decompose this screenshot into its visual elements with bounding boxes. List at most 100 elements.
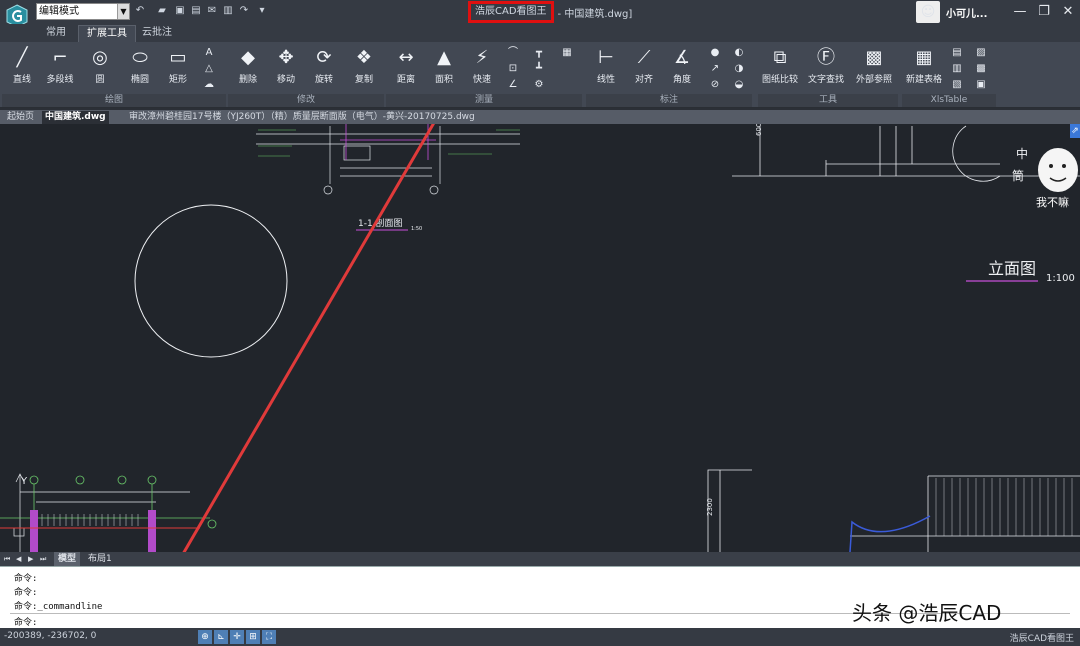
tab-layout1[interactable]: 布局1 (84, 552, 116, 566)
table-split-icon[interactable]: ▩ (974, 62, 988, 76)
table-export-icon[interactable]: ▧ (950, 78, 964, 92)
section-scale: 1:50 (411, 226, 422, 232)
scale-icon[interactable]: ┻ (532, 62, 546, 76)
rotate-button[interactable]: ⟳ 旋转 (304, 44, 344, 90)
snap-icon[interactable]: ✛ (230, 630, 244, 644)
erase-button[interactable]: ◆ 删除 (228, 44, 268, 90)
user-name[interactable]: 小可儿... (946, 5, 987, 20)
table-style-icon[interactable]: ▣ (974, 78, 988, 92)
annotation-arrow (182, 124, 435, 552)
arc-measure-icon[interactable]: ⌒ (506, 46, 520, 60)
ruler-icon[interactable]: ┳ (532, 46, 546, 60)
settings-measure-icon[interactable]: ⚙ (532, 78, 546, 92)
fullscreen-icon[interactable]: ⛶ (262, 630, 276, 644)
table-icon: ▦ (915, 47, 933, 68)
arc-length-icon[interactable]: ◐ (732, 46, 746, 60)
angle-dim-button[interactable]: ∡ 角度 (662, 44, 702, 90)
move-icon: ✥ (278, 47, 294, 68)
xref-label: 外部参照 (855, 75, 892, 85)
coordinates-readout: -200389, -236702, 0 (4, 631, 97, 641)
undo-icon[interactable]: ↶ (134, 5, 146, 17)
text-icon[interactable]: A (202, 46, 216, 60)
elevation-label: 立面图 (988, 259, 1036, 278)
ribbon: ╱ 直线 ⌐ 多段线 ◎ 圆 ⬭ 椭圆 ▭ 矩形 A △ ☁ 绘图 ◆ 删除 ✥ 移动 ⟳ 旋转… (0, 42, 1080, 108)
print-icon[interactable]: ▥ (222, 5, 234, 17)
diameter-icon[interactable]: ⊘ (708, 78, 722, 92)
circle-button[interactable]: ◎ 圆 (80, 44, 120, 90)
side-char-2: 筒 (1012, 168, 1024, 183)
section-detail (256, 126, 520, 195)
radius-icon[interactable]: ● (708, 46, 722, 60)
linear-dim-button[interactable]: ⊢ 线性 (586, 44, 626, 90)
status-bar: -200389, -236702, 0 ⊕ ⊾ ✛ ⊞ ⛶ 浩辰CAD看图王 (0, 628, 1080, 646)
export-icon[interactable]: ▤ (190, 5, 202, 17)
grid-icon[interactable]: ⊞ (246, 630, 260, 644)
drawing-canvas[interactable]: 1-1 剖面图 1:50 600 中 筒 我不嘛 立面图 1:100 Y 230… (0, 124, 1080, 552)
mode-select[interactable]: 编辑模式 ▼ (36, 3, 130, 20)
center-mark-icon[interactable]: ◒ (732, 78, 746, 92)
tab-common[interactable]: 常用 (38, 25, 74, 42)
mode-select-value: 编辑模式 (39, 6, 79, 17)
save-icon[interactable]: ▣ (174, 5, 186, 17)
tab-china-building[interactable]: 中国建筑.dwg (42, 111, 109, 124)
coord-icon[interactable]: ⊡ (506, 62, 520, 76)
drawing-compare-button[interactable]: ⧉ 图纸比较 (758, 44, 802, 90)
hatch-icon[interactable]: △ (202, 62, 216, 76)
mail-icon[interactable]: ✉ (206, 5, 218, 17)
angle-dim-label: 角度 (672, 75, 691, 85)
erase-label: 删除 (238, 75, 257, 85)
open-folder-icon[interactable]: ▰ (156, 5, 168, 17)
leader-icon[interactable]: ↗ (708, 62, 722, 76)
last-layout-icon[interactable]: ⏭ (40, 554, 48, 564)
circle-icon: ◎ (92, 47, 108, 68)
table-edit-icon[interactable]: ▤ (950, 46, 964, 60)
ortho-icon[interactable]: ⊾ (214, 630, 228, 644)
plan-railing (0, 510, 200, 552)
ellipse-button[interactable]: ⬭ 椭圆 (120, 44, 160, 90)
copy-button[interactable]: ❖ 复制 (344, 44, 384, 90)
tab-zhangzhou-drawing[interactable]: 审改漳州碧桂园17号楼（YJ260T）（精）质量层断面版（电气）-黄兴-2017… (126, 111, 478, 124)
table-merge-icon[interactable]: ▨ (974, 46, 988, 60)
rectangle-icon: ▭ (169, 47, 187, 68)
table-import-icon[interactable]: ▥ (950, 62, 964, 76)
command-history-line: 命令: (14, 588, 38, 598)
angle-measure-icon[interactable]: ∠ (506, 78, 520, 92)
quick-measure-button[interactable]: ⚡ 快速 (462, 44, 502, 90)
rectangle-button[interactable]: ▭ 矩形 (158, 44, 198, 90)
aligned-dim-icon: ⟋ (637, 47, 651, 68)
linear-dim-label: 线性 (596, 75, 615, 85)
move-button[interactable]: ✥ 移动 (266, 44, 306, 90)
group-label-draw: 绘图 (2, 94, 226, 107)
area-button[interactable]: ▲ 面积 (424, 44, 464, 90)
cloud-icon[interactable]: ☁ (202, 78, 216, 92)
redo-icon[interactable]: ↷ (238, 5, 250, 17)
prev-layout-icon[interactable]: ◀ (16, 554, 24, 564)
tab-extended-tools[interactable]: 扩展工具 (78, 25, 136, 42)
distance-button[interactable]: ↔ 距离 (386, 44, 426, 90)
aligned-dim-button[interactable]: ⟋ 对齐 (624, 44, 664, 90)
tab-start-page[interactable]: 起始页 (4, 111, 37, 124)
ordinate-icon[interactable]: ◑ (732, 62, 746, 76)
zoom-icon[interactable]: ⊕ (198, 630, 212, 644)
next-layout-icon[interactable]: ▶ (28, 554, 36, 564)
tab-cloud-annotation[interactable]: 云批注 (134, 25, 180, 42)
chevron-down-icon: ▼ (117, 4, 129, 19)
xref-button[interactable]: ▩ 外部参照 (852, 44, 896, 90)
more-measure-icon[interactable]: ▦ (560, 46, 574, 60)
group-label-annotate: 标注 (586, 94, 752, 107)
group-label-xlstable: XlsTable (902, 94, 996, 107)
tab-model[interactable]: 模型 (54, 552, 81, 566)
title-bar: 编辑模式 ▼ ↶ ▰ ▣ ▤ ✉ ▥ ↷ ▾ 浩辰CAD看图王 - 中国建筑.d… (0, 0, 1080, 28)
link-icon[interactable]: ⇗ (1070, 124, 1080, 138)
close-button[interactable]: ✕ (1054, 2, 1080, 22)
rotate-icon: ⟳ (316, 47, 332, 68)
line-button[interactable]: ╱ 直线 (2, 44, 42, 90)
area-icon: ▲ (437, 47, 451, 68)
user-avatar[interactable]: ☺ (916, 1, 940, 23)
text-find-button[interactable]: Ⓕ 文字查找 (804, 44, 848, 90)
new-table-button[interactable]: ▦ 新建表格 (902, 44, 946, 90)
first-layout-icon[interactable]: ⏮ (4, 554, 12, 564)
polyline-button[interactable]: ⌐ 多段线 (40, 44, 80, 90)
circle-entity[interactable] (134, 204, 288, 358)
dropdown-icon[interactable]: ▾ (256, 5, 268, 17)
